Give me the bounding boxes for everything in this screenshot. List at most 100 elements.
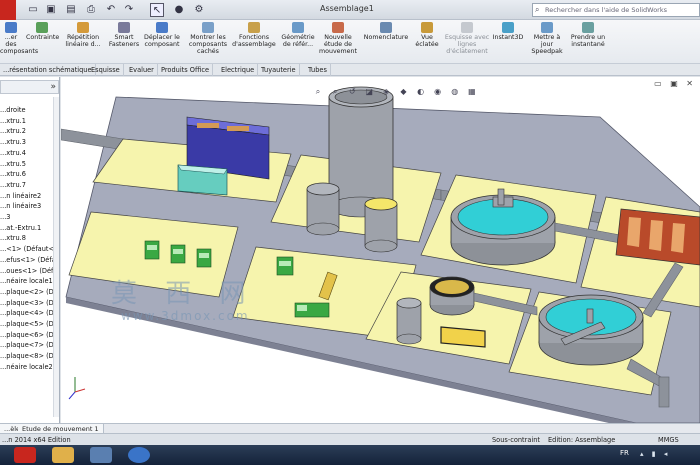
tree-item[interactable]: ...xtru.1 <box>0 116 26 126</box>
tree-item[interactable]: ...plaque<6> (Déf <box>0 330 59 340</box>
display-style-icon[interactable]: ◆ <box>398 87 408 97</box>
viewport-window-controls[interactable]: ▭ ▣ ✕ <box>654 79 696 88</box>
tree-scrollbar[interactable] <box>53 97 59 417</box>
ribbon-button-14[interactable]: Mettre à jour Speedpak <box>530 22 564 55</box>
yellow-box <box>440 326 486 348</box>
language-indicator[interactable]: FR <box>620 449 629 457</box>
solidworks-logo[interactable] <box>0 0 16 20</box>
ribbon-button-7[interactable]: Fonctions d'assemblage <box>232 22 276 48</box>
media-player-icon[interactable] <box>90 447 112 463</box>
motion-study-icon <box>332 22 344 33</box>
ribbon-button-label: Esquisse avec lignes d'éclatement <box>444 34 490 55</box>
tree-item[interactable]: ...xtru.6 <box>0 169 26 179</box>
heads-up-view-toolbar: ⌕ ⌕ ↺ ◪ ◈ ◆ ◐ ◉ ◍ ▦ <box>313 79 479 96</box>
ribbon-button-13[interactable]: Instant3D <box>492 22 524 41</box>
hide-show-icon[interactable]: ◐ <box>416 87 426 97</box>
redo-icon[interactable]: ↷ <box>122 3 136 17</box>
tree-item[interactable]: ...3 <box>0 212 10 222</box>
print-icon[interactable]: ⎙ <box>84 3 98 17</box>
tree-item[interactable]: ...plaque<2> (Déf <box>0 287 59 297</box>
help-search-input[interactable]: ⌕ Rechercher dans l'aide de SolidWorks <box>532 3 700 17</box>
tree-item[interactable]: ...néaire locale1 <box>0 276 53 286</box>
ribbon-button-3[interactable]: Répétition linéaire d... <box>62 22 104 48</box>
small-tank-3 <box>396 302 422 340</box>
tree-item[interactable]: ...droite <box>0 105 26 115</box>
ribbon-button-5[interactable]: Déplacer le composant <box>142 22 182 48</box>
view-settings-icon[interactable]: ▦ <box>467 87 477 97</box>
ribbon-button-label: Contrainte <box>26 34 60 41</box>
zoom-to-fit-icon[interactable]: ⌕ <box>313 87 323 97</box>
undo-icon[interactable]: ↶ <box>104 3 118 17</box>
ribbon-button-label: Déplacer le composant <box>144 34 180 48</box>
ribbon-button-label: Instant3D <box>492 34 524 41</box>
tree-item[interactable]: ...xtru.4 <box>0 148 26 158</box>
rebuild-icon[interactable]: ● <box>172 3 186 17</box>
tab-2[interactable]: Evaluer <box>126 64 158 76</box>
select-icon[interactable]: ↖ <box>150 3 164 17</box>
browser-icon[interactable] <box>128 447 150 463</box>
ribbon-button-12[interactable]: Esquisse avec lignes d'éclatement <box>444 22 490 55</box>
tab-6[interactable]: Tubes <box>305 64 331 76</box>
assembly-features-icon <box>248 22 260 33</box>
collapse-panel-icon[interactable]: » <box>50 81 56 94</box>
previous-view-icon[interactable]: ↺ <box>347 87 357 97</box>
graphics-viewport[interactable]: 莫 西 网 www.3dmox.com ⌕ ⌕ ↺ ◪ ◈ ◆ ◐ ◉ ◍ ▦ … <box>61 77 700 423</box>
tab-1[interactable]: Esquisse <box>88 64 124 76</box>
ribbon-button-1[interactable]: ...er des composants <box>0 22 38 55</box>
small-tank-1-bottom <box>306 222 340 236</box>
snapshot-icon <box>582 22 594 33</box>
bom-icon <box>380 22 392 33</box>
ribbon-button-label: Prendre un instantané <box>570 34 606 48</box>
tree-item[interactable]: ...plaque<8> (Déf <box>0 351 59 361</box>
tree-item[interactable]: ...n linéaire2 <box>0 191 41 201</box>
tree-item[interactable]: ...xtru.3 <box>0 137 26 147</box>
tree-item[interactable]: ...<1> (Défaut<< <box>0 244 59 254</box>
tab-5[interactable]: Tuyauterie <box>258 64 300 76</box>
tab-0[interactable]: ...résentation schématique <box>0 64 96 76</box>
tree-item[interactable]: ...plaque<7> (Déf <box>0 340 59 350</box>
ribbon-button-15[interactable]: Prendre un instantané <box>570 22 606 48</box>
small-tank-2-bottom <box>364 239 398 253</box>
solidworks-taskbar-icon[interactable] <box>14 447 36 463</box>
tree-item[interactable]: ...plaque<5> (Déf <box>0 319 59 329</box>
scene-icon[interactable]: ◍ <box>450 87 460 97</box>
ribbon-button-9[interactable]: Nouvelle étude de mouvement <box>318 22 358 55</box>
truck-window <box>147 245 157 250</box>
save-icon[interactable]: ▤ <box>64 3 78 17</box>
tree-item[interactable]: ...xtru.5 <box>0 159 26 169</box>
mate-icon <box>36 22 48 33</box>
open-icon[interactable]: ▣ <box>44 3 58 17</box>
ribbon-button-6[interactable]: Montrer les composants cachés <box>186 22 230 55</box>
command-manager-ribbon: ...er des composants Contrainte Répétition… <box>0 20 700 64</box>
assembly-scene <box>61 86 700 423</box>
section-view-icon[interactable]: ◪ <box>364 87 374 97</box>
tree-item[interactable]: ...xtru.8 <box>0 233 26 243</box>
system-tray-icons[interactable]: ▴ ▮ ◂ <box>640 450 670 458</box>
tree-item[interactable]: ...plaque<4> (Déf <box>0 308 59 318</box>
appearance-icon[interactable]: ◉ <box>433 87 443 97</box>
rust-block-channel <box>649 220 663 251</box>
ribbon-button-10[interactable]: Nomenclature <box>362 22 410 41</box>
ribbon-button-11[interactable]: Vue éclatée <box>414 22 440 48</box>
tree-item[interactable]: ...xtru.7 <box>0 180 26 190</box>
truck-window <box>279 261 291 266</box>
truck-window <box>173 249 183 254</box>
options-icon[interactable]: ⚙ <box>192 3 206 17</box>
tree-item[interactable]: ...efus<1> (Défaut <box>0 255 59 265</box>
ribbon-button-label: Nomenclature <box>363 34 409 41</box>
ribbon-button-2[interactable]: Contrainte <box>26 22 60 41</box>
ribbon-button-8[interactable]: Géométrie de référ... <box>280 22 316 48</box>
new-document-icon[interactable]: ▭ <box>26 3 40 17</box>
ribbon-button-4[interactable]: Smart Fasteners <box>108 22 140 48</box>
tree-item[interactable]: ...n linéaire3 <box>0 201 41 211</box>
axis-triad <box>68 377 86 400</box>
tab-4[interactable]: Electrique <box>218 64 259 76</box>
tree-item[interactable]: ...at.-Extru.1 <box>0 223 41 233</box>
file-explorer-icon[interactable] <box>52 447 74 463</box>
reference-geometry-icon <box>292 22 304 33</box>
tree-item[interactable]: ...plaque<3> (Déf <box>0 298 59 308</box>
tree-item[interactable]: ...oues<1> (Défau <box>0 266 59 276</box>
tab-3[interactable]: Produits Office <box>158 64 214 76</box>
tree-item[interactable]: ...néaire locale2 <box>0 362 53 372</box>
tree-item[interactable]: ...xtru.2 <box>0 126 26 136</box>
